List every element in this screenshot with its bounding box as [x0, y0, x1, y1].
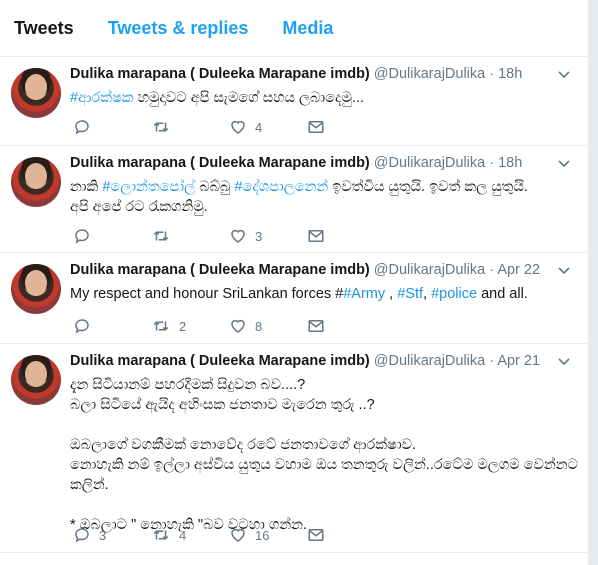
tweet-text: #ආරක්ෂක හමුදාවට අපි සැමගේ සහය ලබාදෙමු...	[70, 88, 364, 108]
hashtag-link[interactable]: #දේශපාලනෙන්	[234, 179, 328, 195]
avatar[interactable]	[11, 264, 61, 314]
direct-message-button[interactable]	[307, 118, 385, 136]
retweet-button[interactable]	[151, 118, 229, 136]
retweet-button[interactable]	[151, 227, 229, 245]
tweet-text-segment: and all.	[477, 286, 528, 302]
tweet-text-segment: නාකි	[70, 179, 103, 195]
user-handle[interactable]: @DulikarajDulika	[374, 66, 485, 82]
tweet-actions: 4	[73, 118, 385, 136]
heart-icon	[229, 526, 247, 544]
timestamp[interactable]: Apr 21	[497, 353, 540, 369]
retweet-icon	[151, 526, 171, 544]
like-button[interactable]: 16	[229, 526, 307, 544]
avatar[interactable]	[11, 157, 61, 207]
retweet-button[interactable]: 4	[151, 526, 229, 544]
timeline-tabs: Tweets Tweets & replies Media	[0, 0, 588, 57]
reply-button[interactable]: 3	[73, 526, 151, 544]
tweet-text-segment: My respect and honour SriLankan forces #	[70, 286, 344, 302]
reply-icon	[73, 317, 91, 335]
tweet[interactable]: Dulika marapana ( Duleeka Marapane imdb)…	[0, 147, 588, 253]
reply-icon	[73, 526, 91, 544]
tweet-text-segment: බබ්බු	[195, 179, 235, 195]
tweet-text-segment: ,	[385, 286, 398, 302]
like-button[interactable]: 8	[229, 317, 307, 335]
heart-icon	[229, 227, 247, 245]
tweet-actions: 28	[73, 317, 385, 335]
tweet[interactable]: Dulika marapana ( Duleeka Marapane imdb)…	[0, 254, 588, 344]
like-count: 3	[255, 228, 263, 244]
tweet-text-segment: දැන සිටියානම් පහරදීමක් සිදුවන බව....? බල…	[70, 377, 578, 533]
reply-button[interactable]	[73, 317, 151, 335]
like-count: 8	[255, 318, 263, 334]
heart-icon	[229, 317, 247, 335]
retweet-count: 2	[179, 318, 187, 334]
separator-dot: ·	[485, 262, 498, 278]
tweet-text-segment: හමුදාවට අපි සැමගේ සහය ලබාදෙමු...	[133, 90, 365, 106]
reply-icon	[73, 118, 91, 136]
heart-icon	[229, 118, 247, 136]
reply-button[interactable]	[73, 118, 151, 136]
reply-count: 3	[99, 527, 107, 543]
tweet-header: Dulika marapana ( Duleeka Marapane imdb)…	[70, 353, 540, 369]
hashtag-link[interactable]: #Stf	[397, 286, 423, 302]
hashtag-link[interactable]: #ආරක්ෂක	[70, 90, 134, 106]
like-button[interactable]: 4	[229, 118, 307, 136]
tweet-text: දැන සිටියානම් පහරදීමක් සිදුවන බව....? බල…	[70, 375, 588, 535]
tab-tweets-and-replies[interactable]: Tweets & replies	[108, 18, 249, 39]
chevron-down-icon[interactable]	[558, 264, 570, 276]
hashtag-link[interactable]: #ලොන්තපෝල්	[102, 179, 195, 195]
separator-dot: ·	[485, 66, 499, 82]
chevron-down-icon[interactable]	[558, 355, 570, 367]
timestamp[interactable]: 18h	[498, 155, 522, 171]
display-name[interactable]: Dulika marapana ( Duleeka Marapane imdb)	[70, 262, 370, 278]
envelope-icon	[307, 118, 325, 136]
like-count: 4	[255, 119, 263, 135]
chevron-down-icon[interactable]	[558, 68, 570, 80]
direct-message-button[interactable]	[307, 227, 385, 245]
display-name[interactable]: Dulika marapana ( Duleeka Marapane imdb)	[70, 353, 370, 369]
retweet-icon	[151, 317, 171, 335]
profile-timeline: Tweets Tweets & replies Media Dulika mar…	[0, 0, 588, 565]
tweet-header: Dulika marapana ( Duleeka Marapane imdb)…	[70, 155, 522, 171]
separator-dot: ·	[485, 155, 499, 171]
retweet-icon	[151, 227, 171, 245]
tweet-text-segment: ,	[423, 286, 432, 302]
tweet-header: Dulika marapana ( Duleeka Marapane imdb)…	[70, 66, 522, 82]
user-handle[interactable]: @DulikarajDulika	[374, 262, 485, 278]
chevron-down-icon[interactable]	[558, 157, 570, 169]
hashtag-link[interactable]: #Army	[343, 286, 385, 302]
envelope-icon	[307, 317, 325, 335]
tweet[interactable]: Dulika marapana ( Duleeka Marapane imdb)…	[0, 58, 588, 146]
tweet[interactable]: Dulika marapana ( Duleeka Marapane imdb)…	[0, 345, 588, 553]
tweet-actions: 3 4 16	[73, 526, 385, 544]
user-handle[interactable]: @DulikarajDulika	[374, 353, 485, 369]
avatar[interactable]	[11, 355, 61, 405]
retweet-count: 4	[179, 527, 187, 543]
separator-dot: ·	[485, 353, 498, 369]
envelope-icon	[307, 227, 325, 245]
avatar[interactable]	[11, 68, 61, 118]
reply-icon	[73, 227, 91, 245]
tab-media[interactable]: Media	[282, 18, 333, 39]
tweet-header: Dulika marapana ( Duleeka Marapane imdb)…	[70, 262, 540, 278]
like-count: 16	[255, 527, 270, 543]
display-name[interactable]: Dulika marapana ( Duleeka Marapane imdb)	[70, 66, 370, 82]
like-button[interactable]: 3	[229, 227, 307, 245]
tweet-actions: 3	[73, 227, 385, 245]
tab-tweets[interactable]: Tweets	[14, 18, 74, 39]
tweet-text: නාකි #ලොන්තපෝල් බබ්බු #දේශපාලනෙන් ඉවත්වි…	[70, 177, 528, 217]
tweet-text: My respect and honour SriLankan forces #…	[70, 284, 528, 304]
reply-button[interactable]	[73, 227, 151, 245]
timestamp[interactable]: 18h	[498, 66, 522, 82]
retweet-icon	[151, 118, 171, 136]
direct-message-button[interactable]	[307, 526, 385, 544]
hashtag-link[interactable]: #police	[431, 286, 477, 302]
display-name[interactable]: Dulika marapana ( Duleeka Marapane imdb)	[70, 155, 370, 171]
timestamp[interactable]: Apr 22	[497, 262, 540, 278]
direct-message-button[interactable]	[307, 317, 385, 335]
retweet-button[interactable]: 2	[151, 317, 229, 335]
user-handle[interactable]: @DulikarajDulika	[374, 155, 485, 171]
envelope-icon	[307, 526, 325, 544]
